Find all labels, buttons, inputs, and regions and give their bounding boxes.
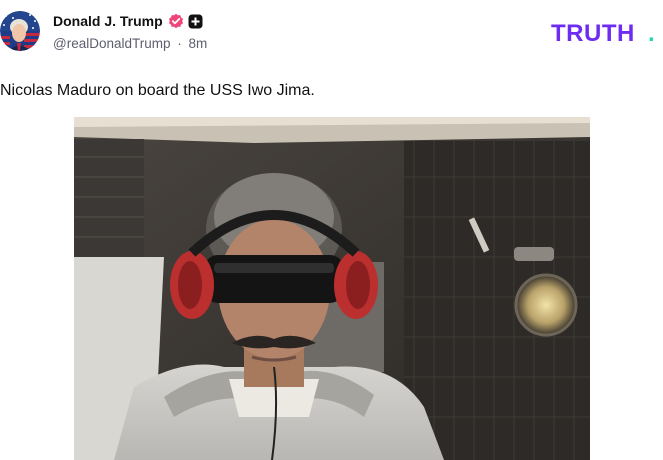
post-header: Donald J. Trump @realDonaldTrump · 8m TR… xyxy=(0,0,663,70)
truth-logo-icon: TRUTH . xyxy=(551,20,655,44)
photo-attachment xyxy=(74,117,590,460)
author-block: Donald J. Trump @realDonaldTrump · 8m xyxy=(53,11,207,51)
author-avatar[interactable] xyxy=(0,11,40,51)
post-photo[interactable] xyxy=(74,117,590,460)
author-name-row: Donald J. Trump xyxy=(53,11,207,31)
post-timestamp[interactable]: 8m xyxy=(189,36,208,51)
author-meta-row: @realDonaldTrump · 8m xyxy=(53,36,207,51)
meta-separator: · xyxy=(177,36,182,51)
avatar-image xyxy=(0,11,40,51)
verified-badge-icon xyxy=(168,13,184,29)
author-handle[interactable]: @realDonaldTrump xyxy=(53,36,171,51)
plus-badge-icon xyxy=(188,14,203,29)
post-body-text: Nicolas Maduro on board the USS Iwo Jima… xyxy=(0,82,315,99)
logo-text: TRUTH xyxy=(551,20,635,44)
author-display-name[interactable]: Donald J. Trump xyxy=(53,13,163,29)
logo-dot: . xyxy=(648,20,655,44)
truth-social-logo[interactable]: TRUTH . xyxy=(551,20,663,44)
